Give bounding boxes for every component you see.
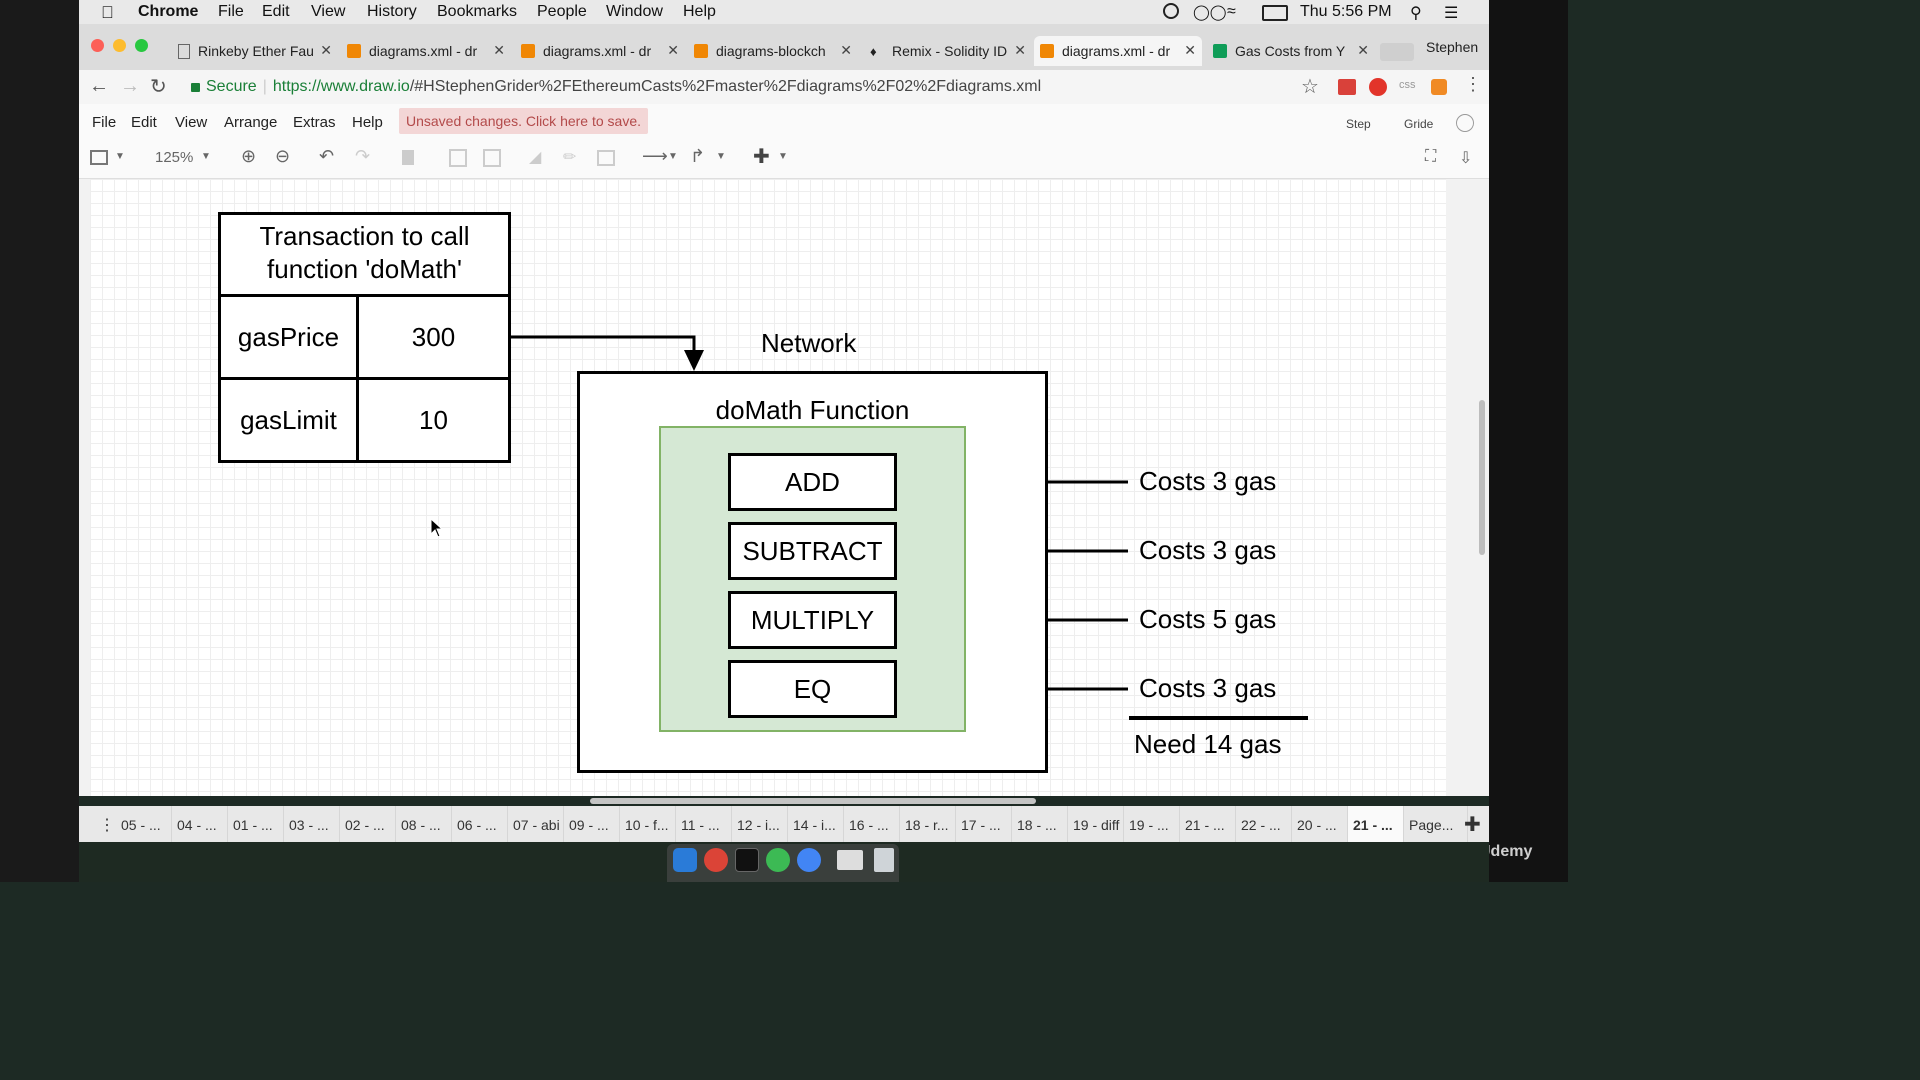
function-label: doMath Function bbox=[715, 395, 910, 425]
op-subtract-box[interactable]: SUBTRACT bbox=[728, 522, 897, 580]
page-tab[interactable]: 21 - ... bbox=[1180, 806, 1236, 842]
macos-dock bbox=[79, 842, 1489, 882]
op-eq-box[interactable]: EQ bbox=[728, 660, 897, 718]
page-tab[interactable]: 04 - ... bbox=[172, 806, 228, 842]
page-tab[interactable]: 03 - ... bbox=[284, 806, 340, 842]
dock-trash-icon[interactable] bbox=[874, 848, 894, 872]
page-tab[interactable]: 06 - ... bbox=[452, 806, 508, 842]
op-multiply-box[interactable]: MULTIPLY bbox=[728, 591, 897, 649]
page-tab[interactable]: 05 - ... bbox=[116, 806, 172, 842]
network-label: Network bbox=[761, 328, 857, 358]
page-tabs-bar: ⋮ 05 - ... 04 - ... 01 - ... 03 - ... 02 - .… bbox=[79, 806, 1489, 842]
dock-terminal-icon[interactable] bbox=[735, 848, 759, 872]
dock-safari-icon[interactable] bbox=[797, 848, 821, 872]
edge-arrowhead bbox=[684, 350, 704, 371]
mouse-cursor-icon bbox=[430, 518, 444, 538]
page-tab[interactable]: 07 - abi bbox=[508, 806, 564, 842]
dock-app-icon[interactable] bbox=[766, 848, 790, 872]
dock-folder-icon[interactable] bbox=[837, 850, 863, 870]
total-gas-label: Need 14 gas bbox=[1134, 729, 1282, 759]
cost-eq-label: Costs 3 gas bbox=[1139, 673, 1277, 703]
page-tab[interactable]: 11 - ... bbox=[676, 806, 732, 842]
page-tabs: 05 - ... 04 - ... 01 - ... 03 - ... 02 - ...… bbox=[116, 806, 1468, 842]
page-tab[interactable]: Page... bbox=[1404, 806, 1468, 842]
page-tab[interactable]: 14 - i... bbox=[788, 806, 844, 842]
page-tab[interactable]: 19 - ... bbox=[1124, 806, 1180, 842]
page-tab[interactable]: 21 - ... bbox=[1348, 806, 1404, 842]
dock-finder-icon[interactable] bbox=[673, 848, 697, 872]
cost-add-label: Costs 3 gas bbox=[1139, 466, 1277, 496]
cost-subtract-label: Costs 3 gas bbox=[1139, 535, 1277, 565]
page-tab[interactable]: 12 - i... bbox=[732, 806, 788, 842]
page-tab[interactable]: 01 - ... bbox=[228, 806, 284, 842]
page-tab[interactable]: 20 - ... bbox=[1292, 806, 1348, 842]
horizontal-scrollbar[interactable] bbox=[590, 798, 1036, 804]
op-add-box[interactable]: ADD bbox=[728, 453, 897, 511]
page-tab[interactable]: 08 - ... bbox=[396, 806, 452, 842]
add-page-icon[interactable]: ✚ bbox=[1464, 812, 1481, 837]
page-tab[interactable]: 19 - diff bbox=[1068, 806, 1124, 842]
page-tab[interactable]: 18 - r... bbox=[900, 806, 956, 842]
page-tab[interactable]: 02 - ... bbox=[340, 806, 396, 842]
page-tab[interactable]: 09 - ... bbox=[564, 806, 620, 842]
page-tab[interactable]: 22 - ... bbox=[1236, 806, 1292, 842]
transaction-to-network-edge bbox=[511, 335, 696, 358]
pages-menu-icon[interactable]: ⋮ bbox=[99, 815, 115, 835]
page-tab[interactable]: 18 - ... bbox=[1012, 806, 1068, 842]
page-tab[interactable]: 10 - f... bbox=[620, 806, 676, 842]
page-tab[interactable]: 16 - ... bbox=[844, 806, 900, 842]
cost-multiply-label: Costs 5 gas bbox=[1139, 604, 1277, 634]
dock-chrome-icon[interactable] bbox=[704, 848, 728, 872]
page-tab[interactable]: 17 - ... bbox=[956, 806, 1012, 842]
